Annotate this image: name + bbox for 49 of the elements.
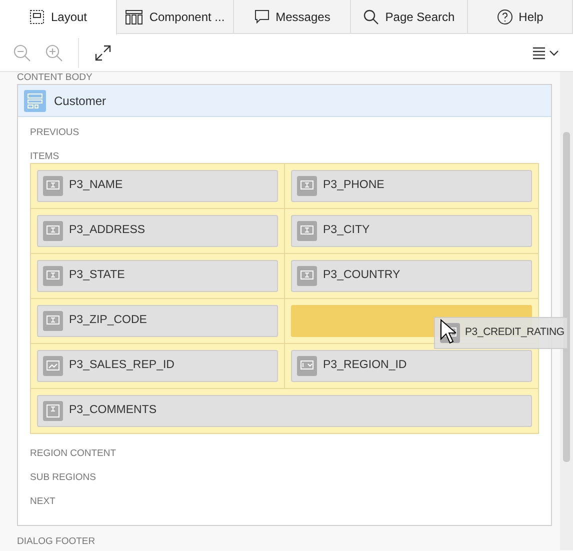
text-field-icon — [43, 176, 63, 196]
dragged-item[interactable]: P3_CREDIT_RATING — [434, 317, 568, 349]
section-label: SUB REGIONS — [30, 472, 97, 484]
page-item[interactable]: P3_PHONE — [291, 170, 532, 202]
text-field-icon — [43, 311, 63, 331]
page-item[interactable]: P3_COUNTRY — [291, 260, 532, 292]
section-label: NEXT — [30, 496, 56, 508]
cursor-icon — [440, 319, 456, 345]
text-field-icon — [43, 266, 63, 286]
item-label: P3_CREDIT_RATING — [465, 325, 564, 340]
section-label: CONTENT BODY — [17, 72, 94, 84]
page-item[interactable]: P3_ADDRESS — [37, 215, 278, 247]
item-label: P3_ADDRESS — [69, 223, 146, 238]
item-label: P3_NAME — [69, 178, 123, 194]
page-item[interactable]: P3_NAME — [37, 170, 278, 202]
text-field-icon — [43, 221, 63, 241]
section-label: PREVIOUS — [30, 127, 80, 139]
page-item[interactable]: P3_COMMENTS — [37, 395, 532, 427]
section-label: DIALOG FOOTER — [17, 536, 96, 549]
page-item[interactable]: P3_CITY — [291, 215, 532, 247]
select-list-icon — [297, 356, 317, 376]
speech-bubble-icon — [254, 8, 270, 24]
layout-icon — [28, 9, 45, 25]
region-icon — [24, 90, 46, 112]
item-label: P3_COMMENTS — [69, 403, 157, 418]
section-label: ITEMS — [30, 151, 60, 163]
text-field-icon — [297, 176, 317, 196]
page-item[interactable]: P3_SALES_REP_ID — [37, 350, 278, 382]
columns-icon — [125, 8, 144, 24]
item-label: P3_COUNTRY — [323, 268, 400, 284]
item-label: P3_STATE — [69, 268, 125, 284]
text-field-icon — [297, 266, 317, 286]
section-label: REGION CONTENT — [30, 448, 118, 460]
image-field-icon — [43, 356, 63, 376]
item-label: P3_REGION_ID — [323, 358, 407, 374]
text-area-icon — [43, 401, 63, 421]
text-field-icon — [297, 221, 317, 241]
item-label: P3_ZIP_CODE — [69, 313, 147, 328]
page-item[interactable]: P3_STATE — [37, 260, 278, 292]
region-title: Customer — [54, 92, 106, 110]
page-item[interactable]: P3_ZIP_CODE — [37, 305, 278, 337]
item-label: P3_CITY — [323, 223, 370, 238]
help-icon — [496, 8, 513, 24]
page-item[interactable]: P3_REGION_ID — [291, 350, 532, 382]
search-icon — [363, 8, 380, 24]
item-label: P3_SALES_REP_ID — [69, 358, 174, 374]
tab[interactable]: Layout — [0, 0, 117, 35]
scrollbar-thumb[interactable] — [563, 132, 570, 462]
item-label: P3_PHONE — [323, 178, 384, 194]
